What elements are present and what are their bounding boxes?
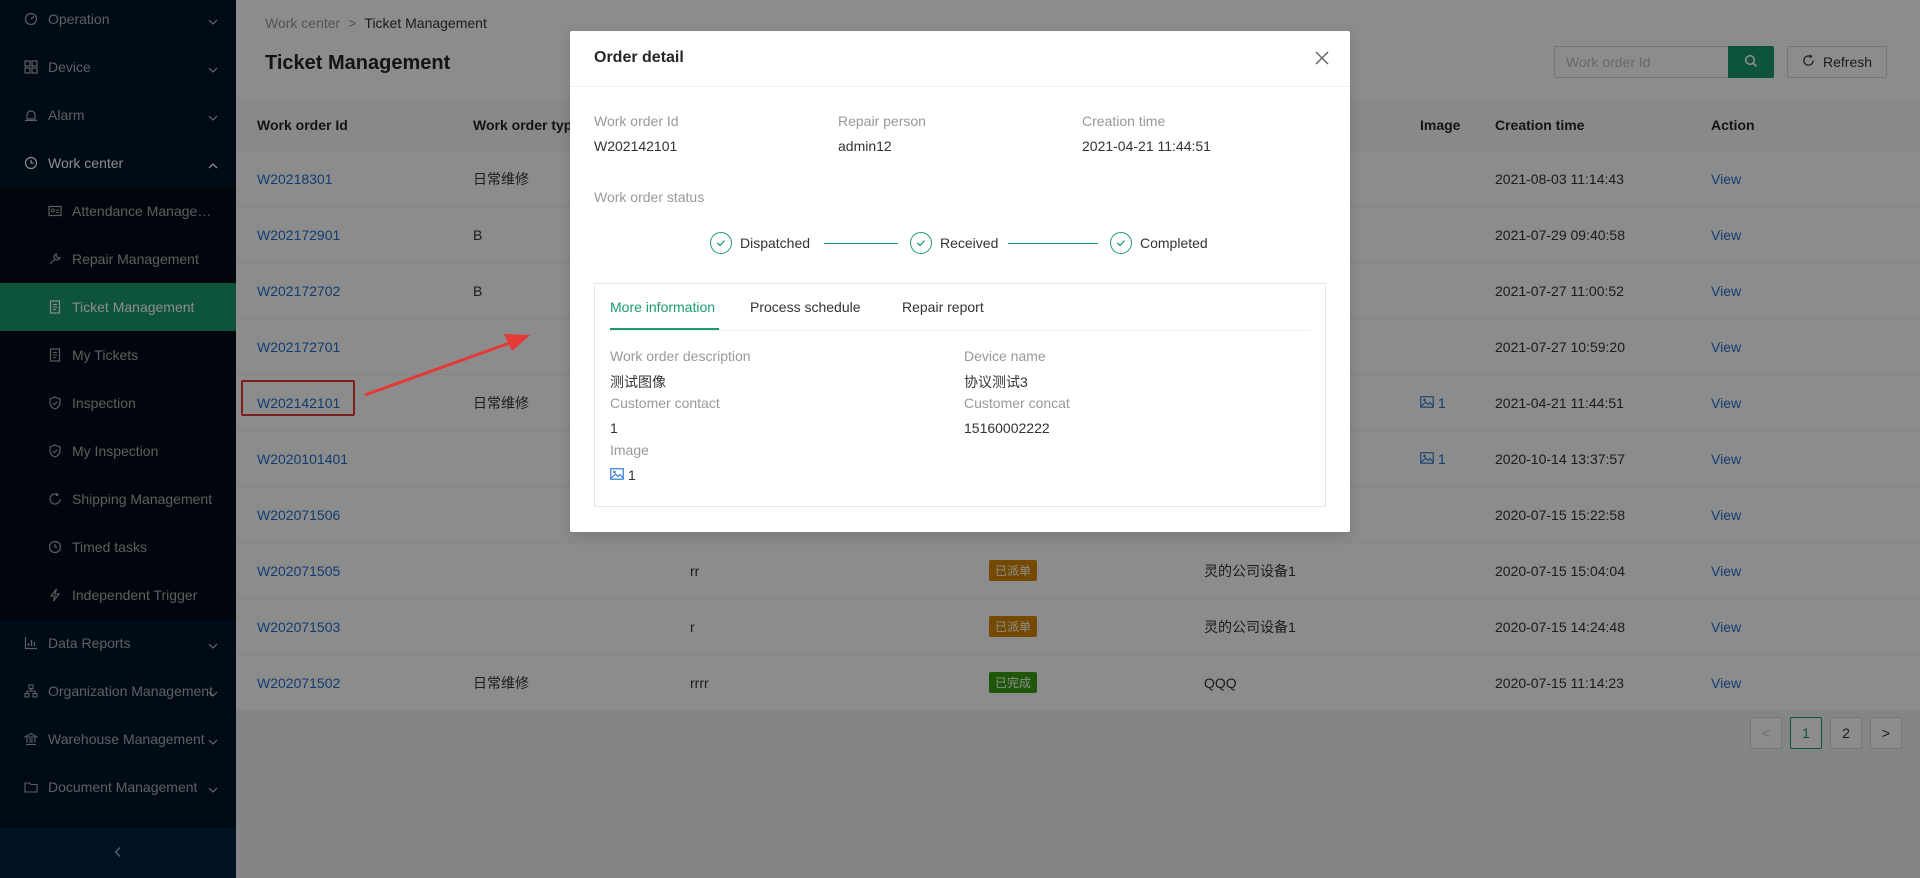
picture-icon <box>610 467 628 483</box>
image-count: 1 <box>628 467 636 483</box>
step-label: Dispatched <box>740 235 811 251</box>
device-name-label: Device name <box>964 348 1046 364</box>
tab-bar: More information Process schedule Repair… <box>610 284 1310 331</box>
work-order-id-label: Work order Id <box>594 113 679 129</box>
step-received: Received <box>910 229 998 257</box>
modal-header: Order detail <box>570 31 1350 87</box>
step-dispatched: Dispatched <box>710 229 810 257</box>
description-value: 测试图像 <box>610 374 666 390</box>
tab-repair-report[interactable]: Repair report <box>902 299 984 315</box>
check-icon <box>1110 232 1132 254</box>
tab-process-schedule[interactable]: Process schedule <box>750 299 861 315</box>
tab-more-information[interactable]: More information <box>610 299 715 315</box>
order-detail-modal: Order detail Work order Id W202142101 Re… <box>570 31 1350 532</box>
step-completed: Completed <box>1110 229 1208 257</box>
customer-contact-value: 1 <box>610 420 618 436</box>
description-label: Work order description <box>610 348 751 364</box>
image-label: Image <box>610 442 649 458</box>
creation-time-value: 2021-04-21 11:44:51 <box>1082 138 1211 154</box>
customer-concat-label: Customer concat <box>964 395 1070 411</box>
close-icon[interactable] <box>1314 50 1330 66</box>
work-order-id-value: W202142101 <box>594 138 678 154</box>
step-connector <box>1008 243 1098 244</box>
step-label: Received <box>940 235 999 251</box>
repair-person-value: admin12 <box>838 138 892 154</box>
step-label: Completed <box>1140 235 1208 251</box>
repair-person-label: Repair person <box>838 113 926 129</box>
image-link[interactable]: 1 <box>610 467 636 483</box>
customer-concat-value: 15160002222 <box>964 420 1050 436</box>
device-name-value: 协议测试3 <box>964 374 1028 390</box>
customer-contact-label: Customer contact <box>610 395 720 411</box>
info-card: More information Process schedule Repair… <box>594 283 1326 507</box>
work-order-status-label: Work order status <box>594 189 705 205</box>
check-icon <box>710 232 732 254</box>
step-connector <box>824 243 898 244</box>
annotation-arrow-line <box>364 339 516 397</box>
modal-title: Order detail <box>594 49 684 66</box>
check-icon <box>910 232 932 254</box>
active-tab-indicator <box>610 328 719 330</box>
creation-time-label: Creation time <box>1082 113 1166 129</box>
